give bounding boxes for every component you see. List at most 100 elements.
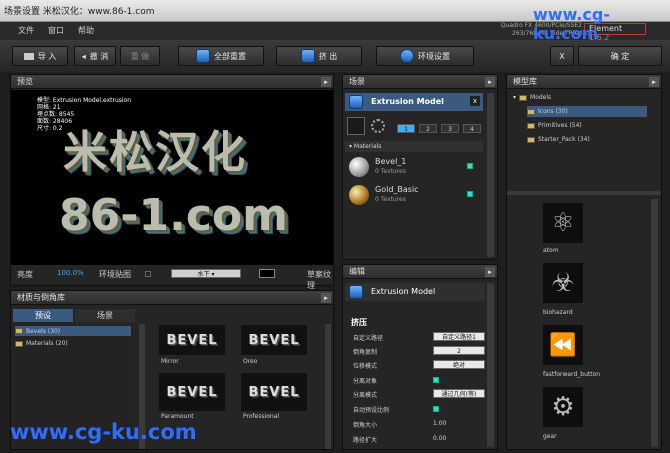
edit-model-row: Extrusion Model — [345, 283, 485, 301]
folder-icon — [519, 94, 528, 101]
remove-model-button[interactable]: x — [470, 96, 480, 106]
folder-icon — [527, 136, 535, 143]
redo-button[interactable]: 重 做 — [120, 46, 160, 66]
collapse-icon: ▾ — [513, 94, 517, 101]
panel-expand-icon[interactable]: ▸ — [321, 293, 331, 303]
thumb-text: BEVEL — [248, 384, 300, 400]
env-map-select[interactable]: 水下 ▾ — [171, 269, 241, 278]
atom-icon: ⚛ — [551, 208, 575, 238]
import-button[interactable]: 导 入 — [12, 46, 68, 66]
group-2-button[interactable]: 2 — [419, 124, 437, 133]
custom-path-select[interactable]: 自定义路径1 — [433, 332, 485, 341]
thumb-text: BEVEL — [248, 332, 300, 348]
edit-title: 编辑 — [349, 267, 365, 276]
scene-model-row[interactable]: Extrusion Model x — [345, 93, 483, 111]
model-thumb-atom[interactable]: ⚛ — [543, 203, 583, 243]
scene-title: 场景 — [349, 77, 365, 86]
extrusion-model-icon — [349, 285, 363, 299]
environment-button[interactable]: 环境设置 — [376, 46, 474, 66]
row-auto-scale-label: 自动预设比例 — [353, 407, 390, 414]
reset-all-button[interactable]: 全部重置 — [178, 46, 264, 66]
close-button[interactable]: X — [550, 46, 574, 66]
separate-mode-select[interactable]: 通过几何(等) — [433, 389, 485, 398]
model-thumb-biohazard[interactable]: ☣ — [543, 263, 583, 303]
thumb-paramount[interactable]: BEVEL — [159, 373, 225, 411]
panel-expand-icon[interactable]: ▸ — [485, 77, 495, 87]
material-item-bevel[interactable]: Bevel_1 0 Textures — [347, 155, 473, 180]
material-sphere-icon — [349, 157, 369, 177]
scene-scrollbar[interactable] — [487, 93, 494, 257]
info-model: 模型: Extrusion Model.extrusion — [37, 97, 132, 104]
tree-item-label: Models — [530, 94, 552, 101]
undo-button[interactable]: ◂ 撤 消 — [74, 46, 116, 66]
edit-header: 编辑 ▸ — [343, 265, 497, 279]
undo-arrow-icon: ◂ — [81, 51, 86, 61]
extrude-button[interactable]: 挤 出 — [276, 46, 362, 66]
thumb-professional[interactable]: BEVEL — [241, 373, 307, 411]
group-1-button[interactable]: 1 — [397, 124, 415, 133]
tree-item-models[interactable]: ▾ Models — [513, 94, 551, 101]
panel-expand-icon[interactable]: ▸ — [321, 77, 331, 87]
brightness-label: 亮度 — [17, 270, 33, 279]
tree-item-materials[interactable]: Materials (20) — [15, 340, 68, 347]
menu-window[interactable]: 窗口 — [48, 25, 64, 36]
tab-presets[interactable]: 预设 — [13, 309, 73, 322]
tree-item-starter-pack[interactable]: Starter_Pack (34) — [527, 136, 590, 143]
background-color-swatch[interactable] — [259, 269, 275, 278]
thumbs-scrollbar[interactable] — [325, 324, 331, 449]
model-label-biohazard: biohazard — [543, 309, 573, 316]
model-thumb-fastforward[interactable]: ⏪ — [543, 325, 583, 365]
materials-section-header[interactable]: ▾ Materials — [345, 141, 483, 152]
materials-title: 材质与倒角库 — [17, 293, 65, 302]
tree-item-bevels[interactable]: Bevels (30) — [15, 326, 131, 336]
material-item-gold[interactable]: Gold_Basic 0 Textures — [347, 183, 473, 208]
preview-viewport[interactable]: 模型: Extrusion Model.extrusion 网格: 21 埋点数… — [11, 90, 333, 265]
bevel-size-value[interactable]: 1.00 — [433, 420, 446, 427]
thumb-oreo[interactable]: BEVEL — [241, 325, 307, 355]
env-map-checkbox[interactable] — [145, 271, 151, 277]
materials-section-label: Materials — [353, 143, 382, 150]
menu-file[interactable]: 文件 — [18, 25, 34, 36]
panel-expand-icon[interactable]: ▸ — [485, 267, 495, 277]
edit-panel: 编辑 ▸ Extrusion Model 挤压 自定义路径 自定义路径1 倒角复… — [342, 264, 498, 450]
material-name: Gold_Basic — [375, 185, 419, 194]
group-3-button[interactable]: 3 — [441, 124, 459, 133]
folder-icon — [23, 52, 34, 60]
tree-item-primitives[interactable]: Primitives (54) — [527, 122, 582, 129]
pane-splitter[interactable] — [507, 191, 661, 195]
thumb-label-professional: Professional — [243, 413, 280, 420]
environment-label: 环境设置 — [418, 51, 450, 61]
preview-header: 预览 ▸ — [11, 75, 333, 89]
tree-item-label: Starter_Pack (34) — [538, 136, 590, 143]
bevel-copies-field[interactable]: 2 — [433, 346, 485, 355]
group-4-button[interactable]: 4 — [463, 124, 481, 133]
separate-objects-checkbox[interactable] — [433, 377, 439, 383]
preview-text-line1: 米松汉化 — [63, 127, 247, 178]
edit-scrollbar[interactable] — [487, 283, 494, 447]
auto-scale-checkbox[interactable] — [433, 406, 439, 412]
tab-scene[interactable]: 场景 — [75, 309, 135, 322]
transform-tool-icon[interactable] — [347, 117, 365, 135]
extrusion-model-icon — [349, 95, 363, 109]
material-checkbox[interactable] — [467, 163, 473, 169]
model-scrollbar[interactable] — [651, 199, 658, 447]
thumb-mirror[interactable]: BEVEL — [159, 325, 225, 355]
row-bevel-size-label: 倒角大小 — [353, 422, 378, 429]
material-textures: 0 Textures — [375, 196, 406, 203]
ok-button[interactable]: 确 定 — [578, 46, 662, 66]
tree-item-icons[interactable]: Icons (30) — [527, 106, 647, 117]
panel-expand-icon[interactable]: ▸ — [649, 77, 659, 87]
info-mesh: 网格: 21 — [37, 104, 61, 111]
brightness-value[interactable]: 100.0% — [57, 269, 84, 277]
menu-help[interactable]: 帮助 — [78, 25, 94, 36]
watermark-top: www.cg-ku.com — [533, 5, 610, 43]
thumb-label-paramount: Paramount — [161, 413, 194, 420]
offset-mode-select[interactable]: 绝对 — [433, 360, 485, 369]
path-expand-value[interactable]: 0.00 — [433, 435, 446, 442]
model-library-panel: 模型库 ▸ ▾ Models Icons (30) Primitives (54… — [506, 74, 662, 450]
model-thumb-gear[interactable]: ⚙ — [543, 387, 583, 427]
folder-icon — [527, 108, 535, 115]
material-checkbox[interactable] — [467, 191, 473, 197]
material-textures: 0 Textures — [375, 168, 406, 175]
gear-tool-icon[interactable] — [371, 119, 385, 133]
